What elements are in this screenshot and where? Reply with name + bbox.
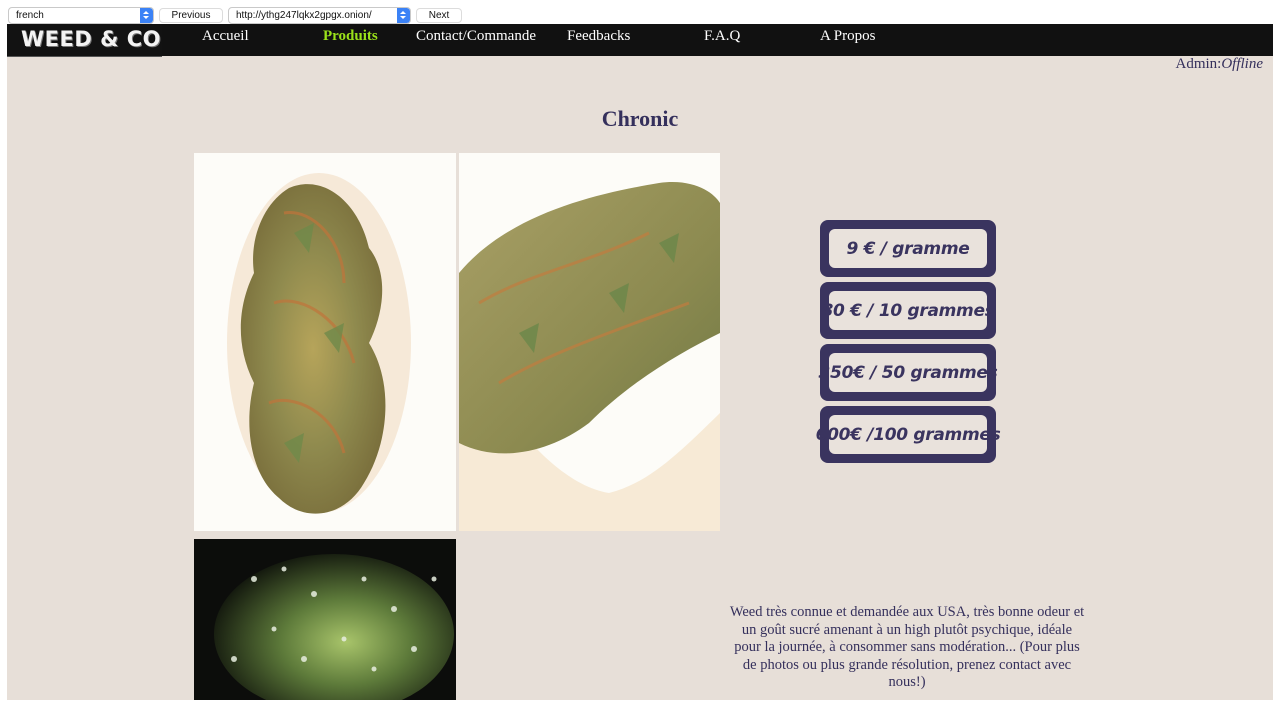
select-arrows-icon [397, 8, 410, 23]
product-photo-1[interactable] [194, 153, 456, 531]
select-arrows-icon [140, 8, 153, 23]
price-label: 600€ /100 grammes [815, 424, 1001, 445]
nav-faq[interactable]: F.A.Q [704, 28, 740, 45]
price-tag-10g: 80 € / 10 grammes [820, 282, 996, 339]
nav-accueil[interactable]: Accueil [202, 28, 249, 45]
admin-status: Admin:Offline [1175, 56, 1263, 73]
url-select-value: http://ythg247lqkx2gpgx.onion/ [236, 10, 372, 21]
site-logo[interactable]: WEED & CO [7, 24, 162, 57]
site-frame: WEED & CO Accueil Produits Contact/Comma… [7, 24, 1273, 700]
url-select[interactable]: http://ythg247lqkx2gpgx.onion/ [228, 7, 411, 24]
product-title: Chronic [601, 106, 679, 131]
product-photo-3[interactable] [194, 539, 456, 700]
product-description: Weed très connue et demandée aux USA, tr… [729, 604, 1085, 690]
nav-contact-commande[interactable]: Contact/Commande [416, 28, 536, 45]
logo-text: WEED & CO [21, 27, 161, 51]
product-photo-2[interactable] [459, 153, 720, 531]
previous-button[interactable]: Previous [159, 8, 223, 23]
price-tag-50g: 350€ / 50 grammes [818, 344, 998, 401]
price-label: 9 € / gramme [846, 238, 970, 259]
price-tag-1g: 9 € / gramme [820, 220, 996, 277]
nav-a-propos[interactable]: A Propos [820, 28, 875, 45]
browser-toolbar: french Previous http://ythg247lqkx2gpgx.… [0, 0, 1280, 24]
nav-produits[interactable]: Produits [323, 28, 378, 45]
price-label: 350€ / 50 grammes [818, 362, 998, 383]
nav-feedbacks[interactable]: Feedbacks [567, 28, 630, 45]
main-navbar: WEED & CO Accueil Produits Contact/Comma… [7, 24, 1273, 57]
price-tag-100g: 600€ /100 grammes [816, 406, 1001, 463]
price-label: 80 € / 10 grammes [821, 300, 995, 321]
language-select-value: french [16, 10, 44, 21]
next-button[interactable]: Next [416, 8, 462, 23]
language-select[interactable]: french [8, 7, 154, 24]
admin-label: Admin: [1175, 56, 1222, 72]
admin-status-value: Offline [1221, 56, 1263, 72]
